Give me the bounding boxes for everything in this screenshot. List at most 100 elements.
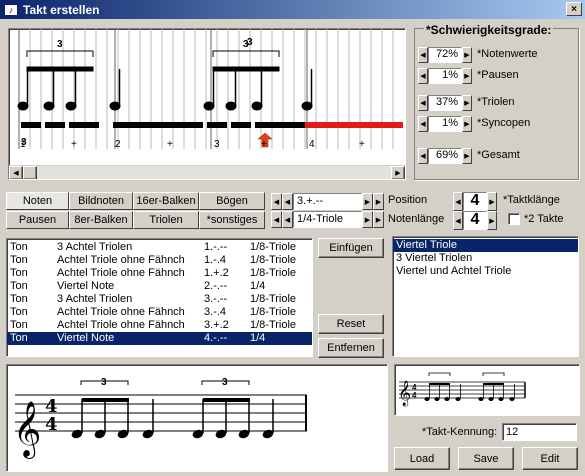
beam — [483, 383, 504, 385]
template-item[interactable]: Viertel und Achtel Triole — [393, 265, 578, 278]
event-len: 1/8-Triole — [250, 319, 297, 331]
triplet-beam — [212, 66, 280, 72]
insert-button[interactable]: Einfügen — [318, 238, 384, 258]
event-type: Ton — [10, 306, 28, 318]
timeline-scrollbar[interactable]: ◀ ▶ — [9, 165, 405, 179]
two-bars-checkbox[interactable] — [508, 213, 520, 225]
remove-button[interactable]: Entfernen — [318, 338, 384, 358]
list-item[interactable]: Ton Viertel Note 2.-.-- 1/4 — [7, 280, 312, 293]
event-pos: 1.-.4 — [204, 254, 227, 266]
position-next-arrow[interactable]: ▶ — [362, 193, 373, 210]
position-value[interactable]: 3.+.-- — [293, 193, 362, 210]
save-button[interactable]: Save — [458, 447, 514, 470]
difficulty-value[interactable]: 1% — [428, 68, 462, 84]
increase-arrow-icon[interactable]: ▶ — [462, 116, 472, 132]
takt-kennung-input[interactable]: 12 — [502, 423, 577, 441]
note-head — [301, 101, 313, 111]
decrease-arrow-icon[interactable]: ◀ — [418, 47, 428, 63]
notelength-next-arrow[interactable]: ▶ — [362, 211, 373, 228]
list-item[interactable]: Ton 3 Achtel Triolen 3.-.-- 1/8-Triole — [7, 293, 312, 306]
list-item[interactable]: Ton Achtel Triole ohne Fähnch 1.+.2 1/8-Tri… — [7, 267, 312, 280]
beat-inc-arrow[interactable]: ▶ — [487, 211, 497, 230]
timeline-editor[interactable]: 33 3 3 1 +2 +3 +4 + ◀ ▶ — [8, 28, 406, 180]
load-button[interactable]: Load — [394, 447, 450, 470]
tab-row1-3[interactable]: Bögen — [199, 192, 265, 210]
tab-row1-1[interactable]: Bildnoten — [69, 192, 133, 210]
takt-count-value[interactable]: 4 — [463, 192, 487, 211]
event-len: 1/8-Triole — [250, 241, 297, 253]
note-head — [488, 397, 494, 401]
list-item[interactable]: Ton 3 Achtel Triolen 1.-.-- 1/8-Triole — [7, 241, 312, 254]
notelength-value[interactable]: 1/4-Triole — [293, 211, 362, 228]
difficulty-value[interactable]: 72% — [428, 47, 462, 63]
beat-label: 3 — [214, 139, 220, 150]
title-bar: ♪ Takt erstellen × — [0, 0, 585, 19]
tab-row2-1[interactable]: 8er-Balken — [69, 211, 133, 229]
template-item[interactable]: Viertel Triole — [393, 239, 578, 252]
selected-duration-bar — [305, 122, 403, 128]
list-item[interactable]: Ton Achtel Triole ohne Fähnch 3.-.4 1/8-Tri… — [7, 306, 312, 319]
event-desc: Achtel Triole ohne Fähnch — [57, 254, 185, 266]
takt-inc-arrow[interactable]: ▶ — [487, 192, 497, 211]
template-item[interactable]: 3 Viertel Triolen — [393, 252, 578, 265]
difficulty-value[interactable]: 1% — [428, 116, 462, 132]
increase-arrow-icon[interactable]: ▶ — [462, 95, 472, 111]
takt-label: *Taktklänge — [503, 194, 560, 206]
list-item[interactable]: Ton Achtel Triole ohne Fähnch 3.+.2 1/8-Tri… — [7, 319, 312, 332]
reset-button[interactable]: Reset — [318, 314, 384, 334]
beat-label: + — [359, 139, 365, 150]
position-prev-arrow[interactable]: ◀ — [271, 193, 282, 210]
tab-row1-0[interactable]: Noten — [6, 192, 69, 210]
notelength-combo[interactable]: ◀ ◀ 1/4-Triole ▶ ▶ — [271, 211, 384, 228]
tab-row2-2[interactable]: Triolen — [133, 211, 199, 229]
difficulty-value[interactable]: 37% — [428, 95, 462, 111]
list-item[interactable]: Ton Viertel Note 4.-.-- 1/4 — [7, 332, 312, 345]
tab-row2-3[interactable]: *sonstiges — [199, 211, 265, 229]
scroll-left-arrow[interactable]: ◀ — [9, 166, 23, 179]
notelength-prev2-arrow[interactable]: ◀ — [282, 211, 293, 228]
duration-bar — [69, 122, 99, 128]
scroll-thumb[interactable] — [23, 166, 37, 179]
increase-arrow-icon[interactable]: ▶ — [462, 68, 472, 84]
scroll-right-arrow[interactable]: ▶ — [391, 166, 405, 179]
position-combo[interactable]: ◀ ◀ 3.+.-- ▶ ▶ — [271, 193, 384, 210]
beat-dec-arrow[interactable]: ◀ — [453, 211, 463, 230]
close-button[interactable]: × — [566, 2, 582, 16]
difficulty-stepper[interactable]: ◀ 37% ▶ — [418, 95, 472, 111]
event-list[interactable]: Ton 3 Achtel Triolen 1.-.-- 1/8-Triole Ton Ac… — [6, 238, 313, 357]
triplet-bracket — [212, 50, 280, 57]
decrease-arrow-icon[interactable]: ◀ — [418, 95, 428, 111]
event-type: Ton — [10, 319, 28, 331]
tab-row2-0[interactable]: Pausen — [6, 211, 69, 229]
decrease-arrow-icon[interactable]: ◀ — [418, 148, 428, 164]
difficulty-stepper[interactable]: ◀ 1% ▶ — [418, 116, 472, 132]
position-next2-arrow[interactable]: ▶ — [373, 193, 384, 210]
beat-label: + — [167, 139, 173, 150]
event-desc: 3 Achtel Triolen — [57, 241, 133, 253]
beat-count-stepper[interactable]: ◀ 4 ▶ — [453, 211, 497, 230]
note-head — [434, 397, 440, 401]
triplet-bracket — [482, 372, 505, 376]
score-preview: 𝄞 4 4 3 3 — [6, 364, 388, 472]
decrease-arrow-icon[interactable]: ◀ — [418, 116, 428, 132]
beat-count-value[interactable]: 4 — [463, 211, 487, 230]
difficulty-stepper[interactable]: ◀ 1% ▶ — [418, 68, 472, 84]
difficulty-stepper[interactable]: ◀ 69% ▶ — [418, 148, 472, 164]
template-list[interactable]: Viertel Triole 3 Viertel Triolen Viertel u… — [392, 236, 579, 357]
takt-dec-arrow[interactable]: ◀ — [453, 192, 463, 211]
decrease-arrow-icon[interactable]: ◀ — [418, 68, 428, 84]
event-pos: 1.+.2 — [204, 267, 229, 279]
increase-arrow-icon[interactable]: ▶ — [462, 47, 472, 63]
difficulty-stepper[interactable]: ◀ 72% ▶ — [418, 47, 472, 63]
takt-count-stepper[interactable]: ◀ 4 ▶ — [453, 192, 497, 211]
position-prev2-arrow[interactable]: ◀ — [282, 193, 293, 210]
list-item[interactable]: Ton Achtel Triole ohne Fähnch 1.-.4 1/8-Tri… — [7, 254, 312, 267]
difficulty-value[interactable]: 69% — [428, 148, 462, 164]
notelength-next2-arrow[interactable]: ▶ — [373, 211, 384, 228]
notelength-prev-arrow[interactable]: ◀ — [271, 211, 282, 228]
beat-label: 1 — [20, 139, 26, 150]
increase-arrow-icon[interactable]: ▶ — [462, 148, 472, 164]
edit-button[interactable]: Edit — [522, 447, 578, 470]
timeline-canvas[interactable]: 33 — [9, 29, 405, 179]
tab-row1-2[interactable]: 16er-Balken — [133, 192, 199, 210]
